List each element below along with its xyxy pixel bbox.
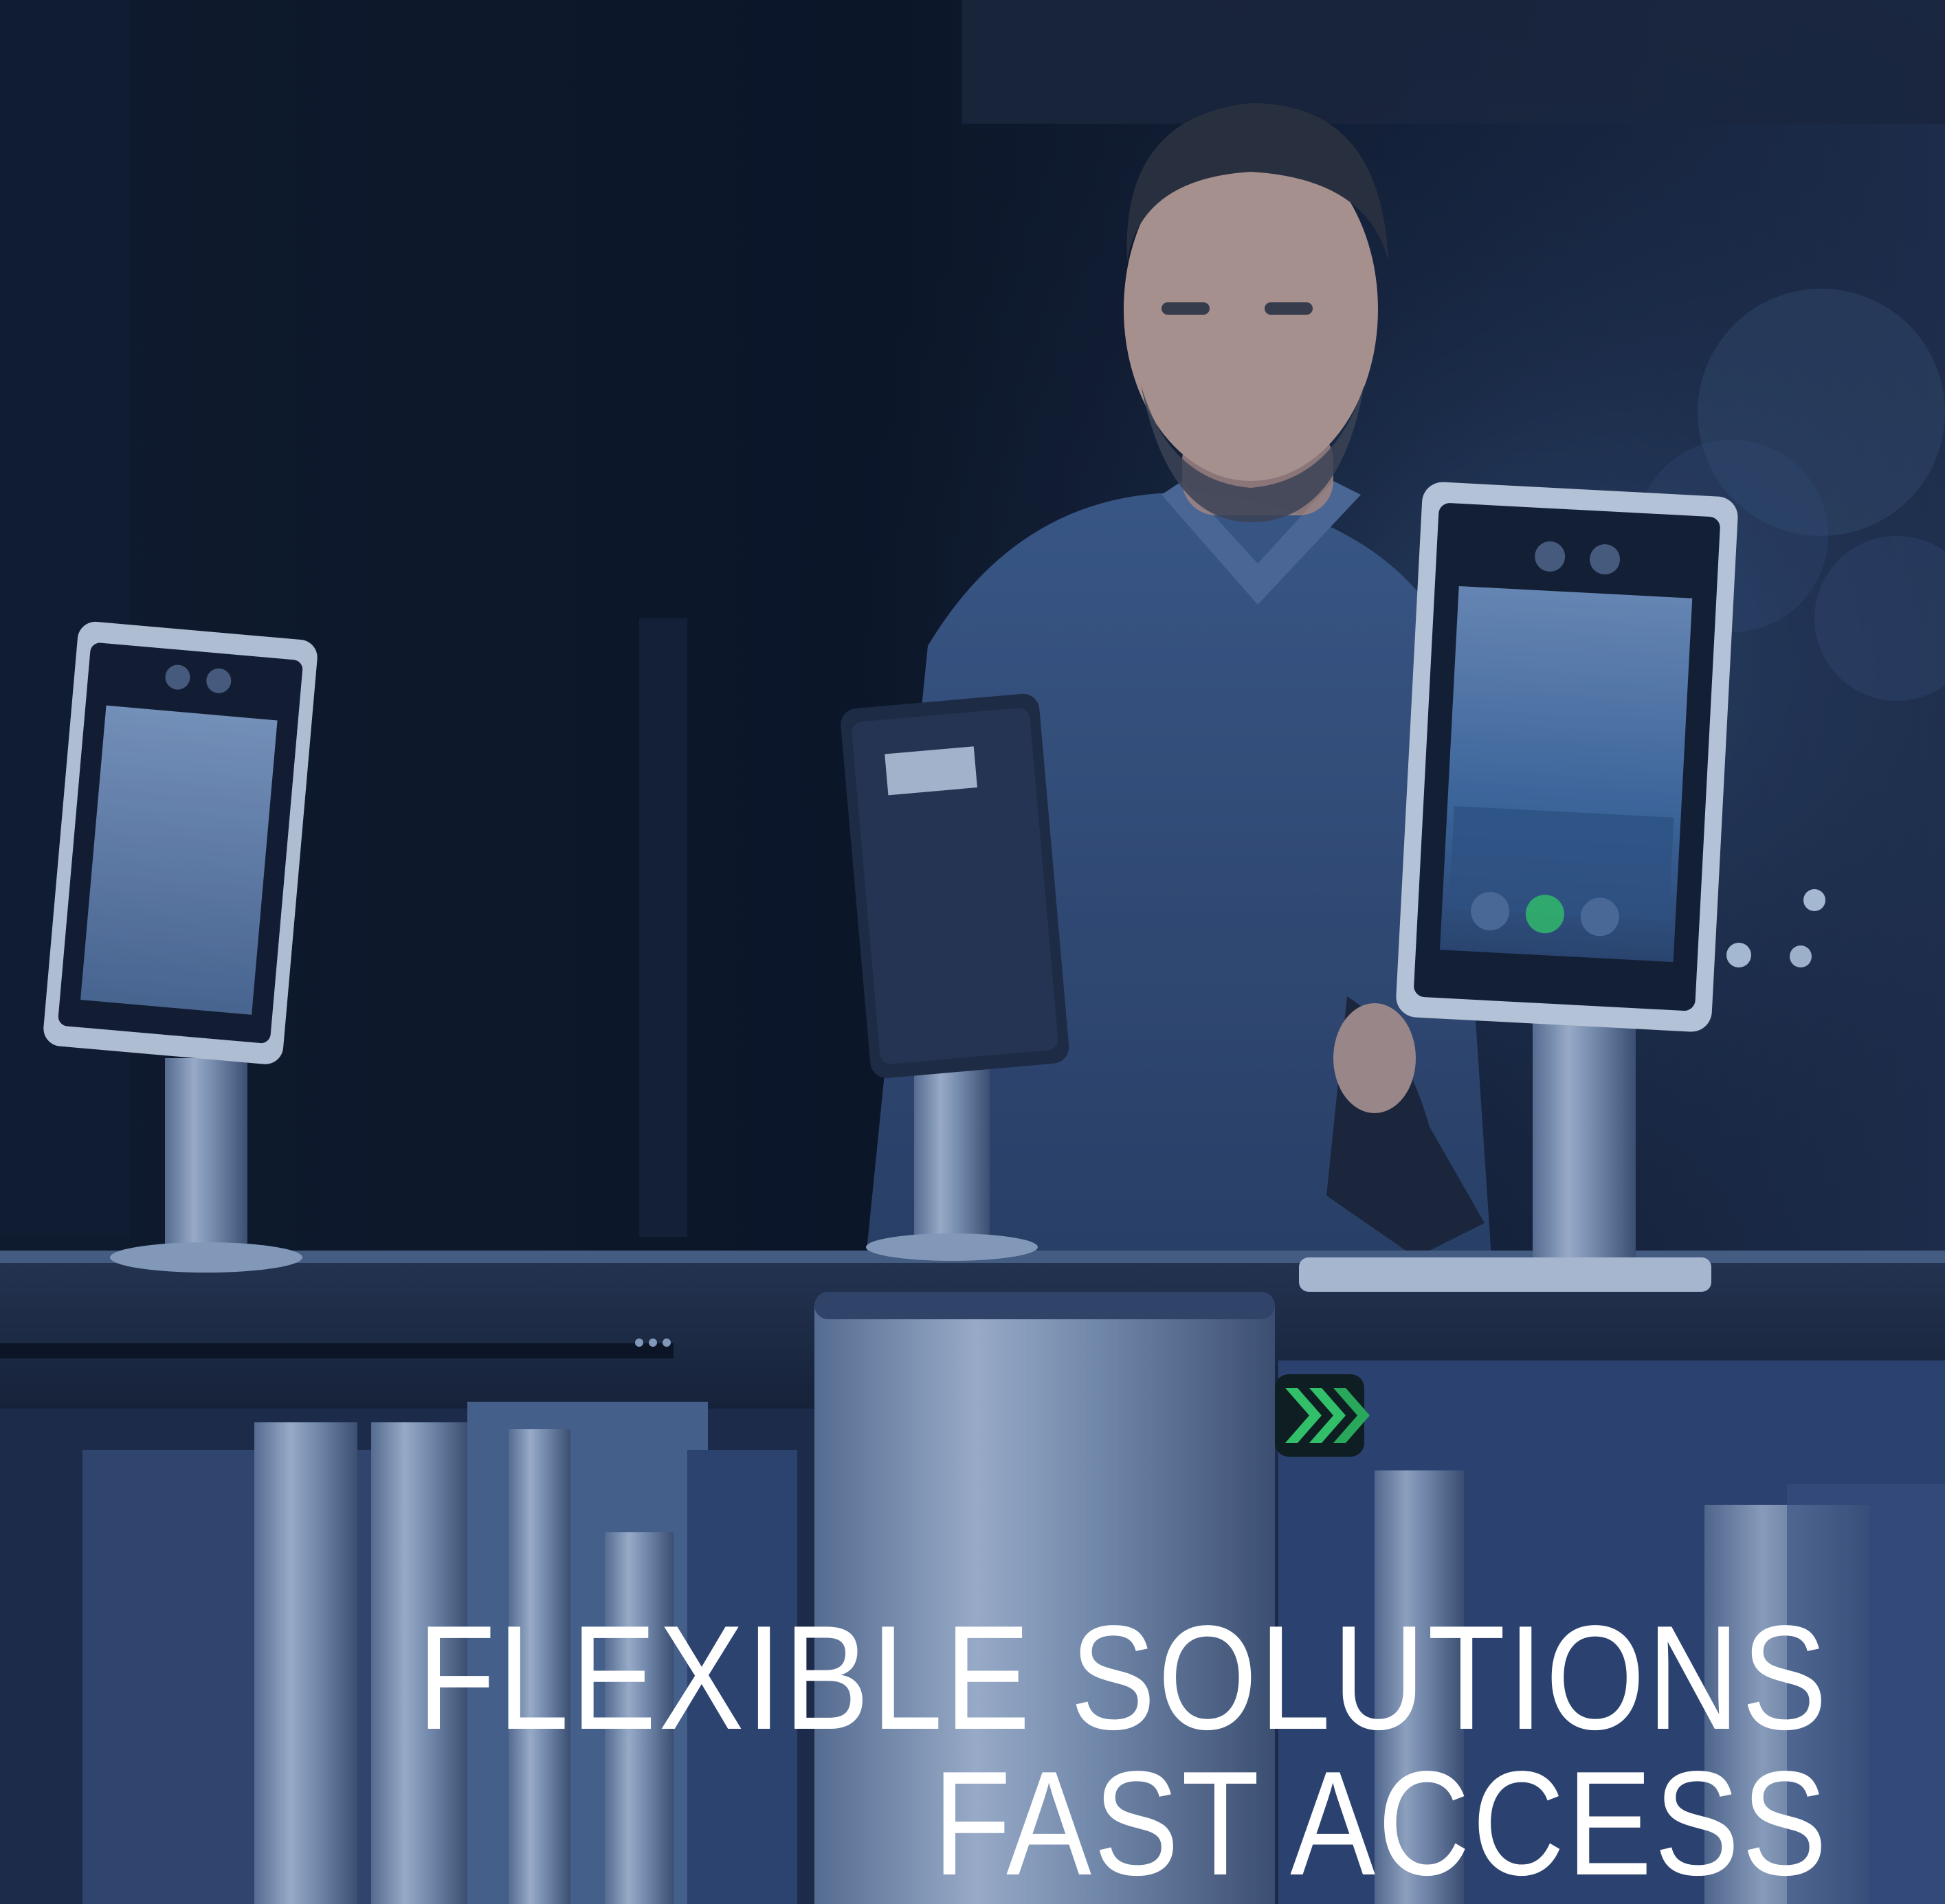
headline: FLEXIBLE SOLUTIONS FAST ACCESS: [417, 1594, 1830, 1904]
headline-line-1: FLEXIBLE SOLUTIONS: [417, 1594, 1830, 1760]
hero-photo: FLEXIBLE SOLUTIONS FAST ACCESS: [0, 0, 1945, 1904]
headline-line-2: FAST ACCESS: [933, 1740, 1830, 1904]
